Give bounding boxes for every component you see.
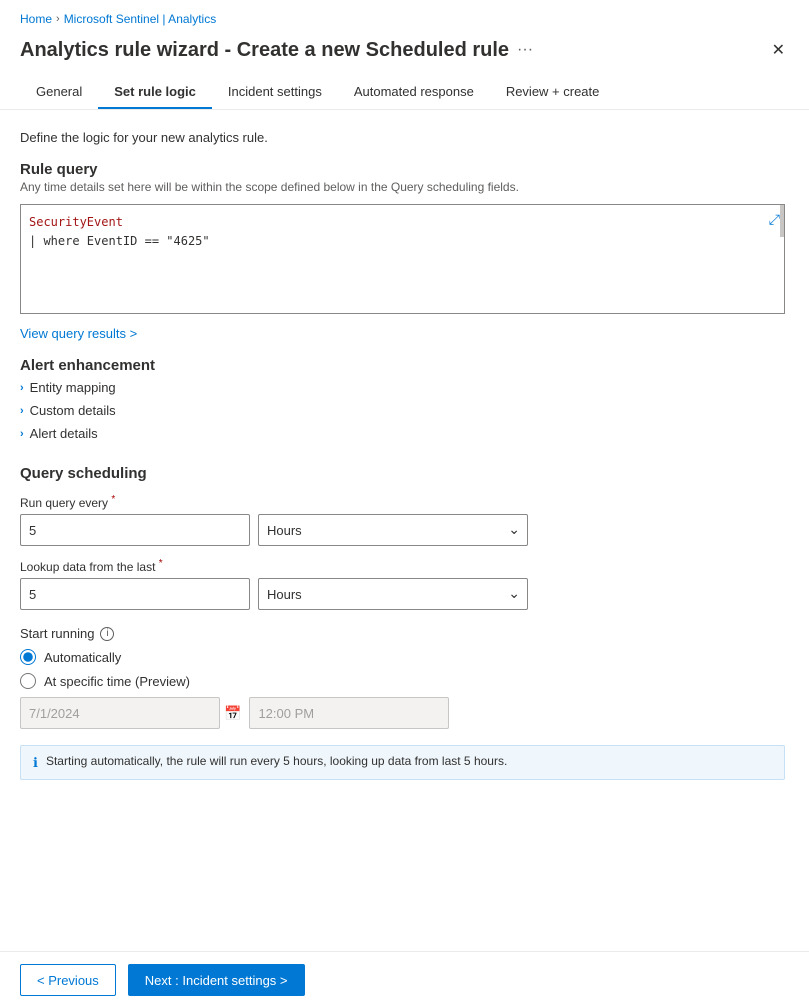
run-query-label: Run query every * (20, 494, 785, 510)
close-button[interactable]: ✕ (768, 36, 789, 64)
custom-details-item[interactable]: › Custom details (20, 399, 785, 422)
title-bar-left: Analytics rule wizard - Create a new Sch… (20, 39, 533, 62)
start-running-radio-group: Automatically At specific time (Preview) (20, 649, 785, 689)
calendar-icon[interactable]: 📅 (224, 705, 241, 722)
query-editor-wrapper: SecurityEvent | where EventID == "4625" … (20, 204, 785, 314)
page-title: Analytics rule wizard - Create a new Sch… (20, 39, 509, 62)
tab-automated-response[interactable]: Automated response (338, 76, 490, 109)
run-query-unit-select[interactable]: Minutes Hours Days (258, 514, 528, 546)
alert-details-chevron: › (20, 428, 24, 440)
date-input[interactable] (20, 697, 220, 729)
previous-button[interactable]: < Previous (20, 964, 116, 996)
custom-details-label: Custom details (30, 403, 116, 418)
radio-automatically[interactable]: Automatically (20, 649, 785, 665)
lookup-data-unit-select[interactable]: Minutes Hours Days (258, 578, 528, 610)
start-running-label: Start running i (20, 626, 785, 641)
time-input[interactable] (249, 697, 449, 729)
date-time-row: 📅 (20, 697, 785, 729)
more-options-icon[interactable]: ··· (517, 41, 533, 59)
content-area: Define the logic for your new analytics … (0, 110, 809, 951)
breadcrumb-sep-1: › (56, 13, 60, 25)
tab-general[interactable]: General (20, 76, 98, 109)
page-wrapper: Home › Microsoft Sentinel | Analytics An… (0, 0, 809, 1008)
lookup-data-row: Minutes Hours Days (20, 578, 785, 610)
tabs-nav: General Set rule logic Incident settings… (0, 76, 809, 110)
footer: < Previous Next : Incident settings > (0, 951, 809, 1008)
query-code-block[interactable]: SecurityEvent | where EventID == "4625" … (20, 204, 785, 314)
entity-mapping-item[interactable]: › Entity mapping (20, 376, 785, 399)
expand-icon[interactable]: ⤢ (769, 209, 780, 231)
run-query-unit-wrapper: Minutes Hours Days (258, 514, 528, 546)
query-scheduling-section: Query scheduling Run query every * Minut… (20, 465, 785, 610)
query-line-1: SecurityEvent (29, 213, 776, 232)
tab-review-create[interactable]: Review + create (490, 76, 616, 109)
rule-query-subtext: Any time details set here will be within… (20, 180, 785, 194)
entity-mapping-label: Entity mapping (30, 380, 116, 395)
lookup-data-label: Lookup data from the last * (20, 558, 785, 574)
view-query-link[interactable]: View query results > (20, 326, 137, 341)
alert-enhancement-heading: Alert enhancement (20, 357, 785, 374)
start-running-info-icon: i (100, 627, 114, 641)
alert-details-label: Alert details (30, 426, 98, 441)
query-scheduling-heading: Query scheduling (20, 465, 785, 482)
alert-enhancement-section: Alert enhancement › Entity mapping › Cus… (20, 357, 785, 445)
breadcrumb: Home › Microsoft Sentinel | Analytics (0, 0, 809, 32)
run-query-input[interactable] (20, 514, 250, 546)
run-query-row: Minutes Hours Days (20, 514, 785, 546)
entity-mapping-chevron: › (20, 382, 24, 394)
lookup-data-unit-wrapper: Minutes Hours Days (258, 578, 528, 610)
query-scrollbar (780, 205, 784, 237)
custom-details-chevron: › (20, 405, 24, 417)
radio-automatically-input[interactable] (20, 649, 36, 665)
rule-query-section: Rule query Any time details set here wil… (20, 161, 785, 314)
radio-specific-time-input[interactable] (20, 673, 36, 689)
radio-automatically-label: Automatically (44, 650, 121, 665)
radio-specific-time[interactable]: At specific time (Preview) (20, 673, 785, 689)
radio-specific-time-label: At specific time (Preview) (44, 674, 190, 689)
lookup-data-input[interactable] (20, 578, 250, 610)
info-box: ℹ Starting automatically, the rule will … (20, 745, 785, 780)
define-text: Define the logic for your new analytics … (20, 130, 785, 145)
tab-set-rule-logic[interactable]: Set rule logic (98, 76, 212, 109)
alert-details-item[interactable]: › Alert details (20, 422, 785, 445)
start-running-section: Start running i Automatically At specifi… (20, 626, 785, 780)
tab-incident-settings[interactable]: Incident settings (212, 76, 338, 109)
breadcrumb-sentinel[interactable]: Microsoft Sentinel | Analytics (64, 12, 217, 26)
title-bar: Analytics rule wizard - Create a new Sch… (0, 32, 809, 76)
info-box-icon: ℹ (33, 755, 38, 771)
info-box-text: Starting automatically, the rule will ru… (46, 754, 507, 768)
rule-query-heading: Rule query (20, 161, 785, 178)
query-line-2: | where EventID == "4625" (29, 232, 776, 251)
next-button[interactable]: Next : Incident settings > (128, 964, 305, 996)
breadcrumb-home[interactable]: Home (20, 12, 52, 26)
